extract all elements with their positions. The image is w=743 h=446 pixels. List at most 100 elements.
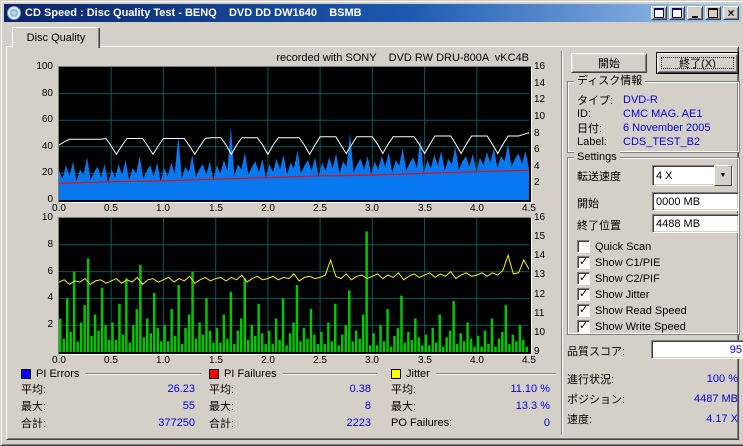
stat-row: 合計: 377250 (21, 414, 201, 431)
axis-tick-label: 100 (36, 61, 53, 72)
speed-label: 速度: (567, 414, 593, 426)
checkbox-show-write-speed[interactable]: Show Write Speed (577, 319, 686, 333)
checkbox-box[interactable] (577, 319, 590, 333)
chevron-down-icon[interactable]: ▼ (714, 165, 732, 186)
pi-errors-chart (58, 66, 532, 203)
checkbox-show-read-speed[interactable]: Show Read Speed (577, 303, 687, 317)
stat-value: 8 (364, 399, 371, 412)
maximize-button[interactable] (705, 6, 721, 20)
divider (435, 373, 556, 375)
pi-errors-stats-title: PI Errors (36, 367, 80, 380)
checkbox-box[interactable] (577, 255, 590, 269)
progress-row: 進行状況: 100 % (567, 372, 738, 386)
pi-errors-right-axis: 16 14 12 10 8 6 4 2 (532, 61, 558, 200)
disc-type-row: タイプ: DVD-R (577, 93, 658, 107)
checkbox-box[interactable] (577, 303, 590, 317)
close-button[interactable]: × (723, 6, 739, 20)
start-position-field[interactable]: 0000 MB (652, 192, 739, 211)
end-position-field[interactable]: 4488 MB (652, 214, 739, 233)
minimize-button[interactable] (687, 6, 703, 20)
axis-tick-label: 3.5 (418, 355, 432, 366)
axis-tick-label: 8 (534, 128, 540, 139)
stat-label: 平均: (391, 383, 417, 396)
pi-errors-stats: PI Errors 平均: 26.23 最大: 55 合計: 377250 (21, 367, 201, 433)
disc-info-group: ディスク情報 タイプ: DVD-R ID: CMC MAG. AE1 日付: 6 No… (567, 75, 740, 153)
axis-tick-label: 2.5 (313, 355, 327, 366)
axis-tick-label: 40 (41, 141, 53, 152)
stat-row: 最大: 13.3 % (391, 397, 556, 414)
transfer-speed-select[interactable]: 4 X ▼ (652, 165, 733, 186)
axis-tick-label: 0.0 (52, 355, 66, 366)
jitter-legend-swatch (391, 368, 401, 379)
stat-row: 平均: 26.23 (21, 380, 201, 397)
axis-tick-label: 11 (534, 308, 545, 319)
stat-label: PO Failures: (391, 416, 453, 429)
axis-tick-label: 1.0 (156, 355, 170, 366)
stat-label: 最大: (391, 400, 417, 413)
close-icon: × (727, 5, 735, 20)
progress-label: 進行状況: (567, 374, 615, 386)
axis-tick-label: 60 (41, 114, 53, 125)
position-row: ポジション: 4487 MB (567, 392, 738, 406)
axis-tick-label: 12 (534, 94, 546, 105)
checkbox-box[interactable] (577, 271, 590, 285)
disc-date-row: 日付: 6 November 2005 (577, 121, 711, 135)
pi-failures-chart-canvas (58, 218, 530, 352)
axis-tick-label: 3.0 (365, 355, 379, 366)
axis-tick-label: 2 (534, 177, 540, 188)
axis-tick-label: 6 (534, 144, 540, 155)
disc-info-group-title: ディスク情報 (574, 75, 646, 87)
axis-tick-label: 3.0 (365, 203, 379, 214)
axis-tick-label: 12 (534, 289, 546, 300)
pi-failures-legend-swatch (209, 368, 219, 379)
checkbox-quick-scan[interactable]: Quick Scan (577, 240, 651, 253)
axis-tick-label: 10 (534, 327, 546, 338)
stat-value: 0.38 (349, 382, 371, 395)
disc-label-row: Label: CDS_TEST_B2 (577, 135, 701, 148)
axis-tick-label: 4.5 (522, 355, 536, 366)
divider (282, 373, 377, 375)
pi-failures-right-axis: 16 15 14 13 12 11 10 9 (532, 212, 558, 357)
window-icon (654, 8, 664, 18)
pi-failures-left-axis: 10 8 6 4 2 (27, 212, 55, 352)
settings-group: Settings 転送速度 4 X ▼ 開始 0000 MB 終了位置 4488… (567, 151, 740, 335)
settings-group-title: Settings (574, 151, 620, 163)
maximize-icon (708, 8, 718, 18)
checkbox-show-jitter[interactable]: Show Jitter (577, 287, 649, 301)
window-extra-button-2[interactable] (669, 6, 685, 20)
stat-value: 13.3 % (515, 399, 550, 412)
tab-disc-quality[interactable]: Disc Quality (12, 27, 100, 48)
position-value: 4487 MB (693, 393, 738, 405)
window-extra-button-1[interactable] (651, 6, 667, 20)
stat-value: 55 (182, 399, 195, 412)
axis-tick-label: 20 (41, 167, 53, 178)
axis-tick-label: 1.5 (209, 203, 223, 214)
pi-failures-stats-title: PI Failures (224, 367, 277, 380)
quality-score-label: 品質スコア: (567, 346, 626, 358)
minimize-icon (692, 15, 698, 18)
axis-tick-label: 2.0 (261, 203, 275, 214)
stat-row: 合計: 2223 (209, 414, 377, 431)
title-bar: CD Speed : Disc Quality Test - BENQ DVD … (4, 4, 741, 22)
checkbox-show-c1-pie[interactable]: Show C1/PIE (577, 255, 660, 269)
tab-label: Disc Quality (26, 32, 86, 44)
stat-value: 2223 (346, 416, 371, 429)
exit-button[interactable]: 終了(X) (657, 53, 738, 73)
axis-tick-label: 3.5 (418, 203, 432, 214)
pi-failures-x-axis: 0.0 0.5 1.0 1.5 2.0 2.5 3.0 3.5 4.0 4.5 (52, 355, 536, 367)
checkbox-box[interactable] (577, 240, 590, 253)
progress-value: 100 % (706, 373, 738, 385)
start-button[interactable]: 開始 (571, 53, 647, 73)
disc-id-row: ID: CMC MAG. AE1 (577, 107, 703, 120)
stat-label: 合計: (21, 417, 47, 430)
transfer-speed-value: 4 X (656, 169, 673, 182)
panel-divider (561, 51, 563, 435)
axis-tick-label: 14 (534, 78, 546, 89)
axis-tick-label: 6 (47, 266, 53, 277)
axis-tick-label: 15 (534, 231, 546, 242)
stat-row: 平均: 11.10 % (391, 380, 556, 397)
axis-tick-label: 1.5 (209, 355, 223, 366)
checkbox-show-c2-pif[interactable]: Show C2/PIF (577, 271, 660, 285)
checkbox-box[interactable] (577, 287, 590, 301)
stat-row: 最大: 8 (209, 397, 377, 414)
